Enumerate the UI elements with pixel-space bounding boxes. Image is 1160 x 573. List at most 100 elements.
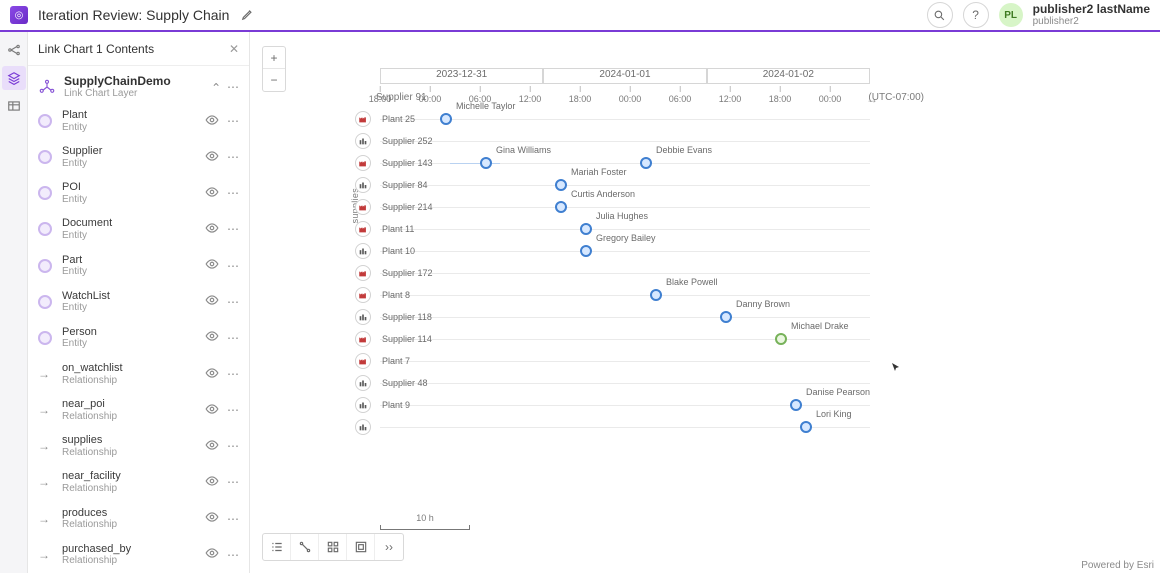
visibility-toggle-icon[interactable] <box>205 402 219 419</box>
visibility-toggle-icon[interactable] <box>205 329 219 346</box>
legend-item-supplies[interactable]: →suppliesRelationship⋯ <box>28 428 249 464</box>
visibility-toggle-icon[interactable] <box>205 293 219 310</box>
visibility-toggle-icon[interactable] <box>205 438 219 455</box>
legend-more-icon[interactable]: ⋯ <box>227 186 239 200</box>
timeline-row: Plant 10Gregory Bailey <box>380 240 870 262</box>
node-range-bar <box>450 163 500 164</box>
legend-more-icon[interactable]: ⋯ <box>227 114 239 128</box>
legend-name: on_watchlist <box>62 362 123 375</box>
visibility-toggle-icon[interactable] <box>205 185 219 202</box>
entity-swatch-icon <box>38 331 52 345</box>
timezone-label: (UTC-07:00) <box>868 92 924 103</box>
entity-swatch-icon <box>38 186 52 200</box>
zoom-out-button[interactable]: − <box>263 69 285 91</box>
plant-icon <box>355 221 371 237</box>
legend-name: purchased_by <box>62 543 131 556</box>
legend-item-part[interactable]: PartEntity⋯ <box>28 248 249 284</box>
legend-item-near_facility[interactable]: →near_facilityRelationship⋯ <box>28 464 249 500</box>
timeline-row: Supplier 48 <box>380 372 870 394</box>
timeline-row: Supplier 114Michael Drake <box>380 328 870 350</box>
layer-more-icon[interactable]: ⋯ <box>227 80 239 94</box>
legend-item-plant[interactable]: PlantEntity⋯ <box>28 103 249 139</box>
legend-more-icon[interactable]: ⋯ <box>227 512 239 526</box>
visibility-toggle-icon[interactable] <box>205 474 219 491</box>
person-label: Lori King <box>816 409 852 419</box>
attribution-text: Powered by Esri <box>1081 560 1154 571</box>
user-avatar[interactable]: PL <box>999 3 1023 27</box>
legend-more-icon[interactable]: ⋯ <box>227 222 239 236</box>
person-node[interactable] <box>440 113 452 125</box>
legend-item-person[interactable]: PersonEntity⋯ <box>28 320 249 356</box>
entity-swatch-icon <box>38 150 52 164</box>
relationship-icon: → <box>38 475 52 489</box>
visibility-toggle-icon[interactable] <box>205 257 219 274</box>
legend-item-near_poi[interactable]: →near_poiRelationship⋯ <box>28 392 249 428</box>
layer-collapse-icon[interactable]: ⌄ <box>211 80 221 94</box>
legend-more-icon[interactable]: ⋯ <box>227 259 239 273</box>
legend-more-icon[interactable]: ⋯ <box>227 475 239 489</box>
tool-grid-icon[interactable] <box>319 534 347 560</box>
rail-layers-icon[interactable] <box>2 66 26 90</box>
visibility-toggle-icon[interactable] <box>205 366 219 383</box>
legend-kind: Entity <box>62 158 102 170</box>
supplier-icon <box>355 309 371 325</box>
person-label: Gregory Bailey <box>596 233 656 243</box>
visibility-toggle-icon[interactable] <box>205 546 219 563</box>
tool-list-icon[interactable] <box>263 534 291 560</box>
row-label: Supplier 84 <box>382 174 428 196</box>
rail-graph-icon[interactable] <box>2 38 26 62</box>
sidebar-close-icon[interactable]: ✕ <box>229 42 239 56</box>
legend-more-icon[interactable]: ⋯ <box>227 439 239 453</box>
legend-more-icon[interactable]: ⋯ <box>227 150 239 164</box>
person-node[interactable] <box>555 201 567 213</box>
legend-item-document[interactable]: DocumentEntity⋯ <box>28 211 249 247</box>
legend-item-supplier[interactable]: SupplierEntity ⋯ <box>28 139 249 175</box>
tool-frame-icon[interactable] <box>347 534 375 560</box>
row-label: Plant 7 <box>382 350 410 372</box>
zoom-in-button[interactable]: + <box>263 47 285 69</box>
legend-item-watchlist[interactable]: WatchListEntity⋯ <box>28 284 249 320</box>
edit-title-icon[interactable] <box>241 7 255 24</box>
person-node[interactable] <box>640 157 652 169</box>
visibility-toggle-icon[interactable] <box>205 221 219 238</box>
person-node[interactable] <box>555 179 567 191</box>
relationship-icon: → <box>38 512 52 526</box>
legend-more-icon[interactable]: ⋯ <box>227 331 239 345</box>
search-button[interactable] <box>927 2 953 28</box>
person-node[interactable] <box>790 399 802 411</box>
legend-item-produces[interactable]: →producesRelationship⋯ <box>28 501 249 537</box>
row-label: Plant 8 <box>382 284 410 306</box>
legend-item-purchased_by[interactable]: →purchased_byRelationship⋯ <box>28 537 249 573</box>
legend-more-icon[interactable]: ⋯ <box>227 403 239 417</box>
visibility-toggle-icon[interactable] <box>205 149 219 166</box>
person-label: Mariah Foster <box>571 167 627 177</box>
timeline-row: Plant 7 <box>380 350 870 372</box>
legend-item-poi[interactable]: POIEntity⋯ <box>28 175 249 211</box>
day-band: 2024-01-01 <box>543 68 706 84</box>
legend-more-icon[interactable]: ⋯ <box>227 548 239 562</box>
row-label: Supplier 252 <box>382 130 433 152</box>
legend-name: Supplier <box>62 145 102 158</box>
app-logo-icon: ◎ <box>10 6 28 24</box>
person-node[interactable] <box>720 311 732 323</box>
legend-more-icon[interactable]: ⋯ <box>227 295 239 309</box>
visibility-toggle-icon[interactable] <box>205 113 219 130</box>
top-left-marker: Supplier 91 <box>376 92 427 103</box>
timeline-row: Lori King <box>380 416 870 438</box>
person-node[interactable] <box>480 157 492 169</box>
help-button[interactable]: ? <box>963 2 989 28</box>
legend-more-icon[interactable]: ⋯ <box>227 367 239 381</box>
visibility-toggle-icon[interactable] <box>205 510 219 527</box>
person-node[interactable] <box>580 245 592 257</box>
person-node[interactable] <box>800 421 812 433</box>
user-sub: publisher2 <box>1033 16 1150 27</box>
tool-expand-icon[interactable]: ›› <box>375 534 403 560</box>
person-node[interactable] <box>580 223 592 235</box>
legend-item-on_watchlist[interactable]: →on_watchlistRelationship⋯ <box>28 356 249 392</box>
row-label: Supplier 118 <box>382 306 432 328</box>
rail-table-icon[interactable] <box>2 94 26 118</box>
person-node[interactable] <box>650 289 662 301</box>
person-node[interactable] <box>775 333 787 345</box>
tool-link-icon[interactable] <box>291 534 319 560</box>
row-label: Plant 9 <box>382 394 410 416</box>
